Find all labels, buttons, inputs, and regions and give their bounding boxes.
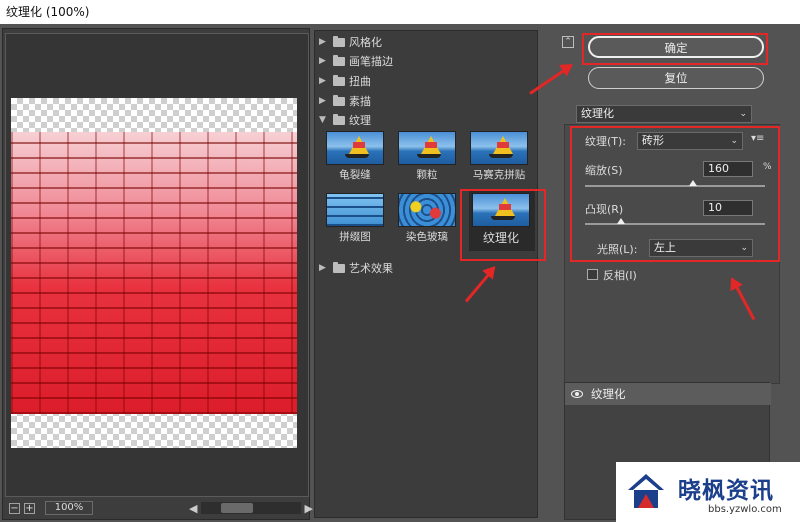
- collapse-panel-icon[interactable]: ⌃: [562, 36, 574, 48]
- chevron-down-icon: ⌄: [739, 109, 747, 119]
- settings-panel: ⌃ 确定 复位 纹理化 ⌄ 纹理(T): 砖形 ⌄ ▾≡ 缩放(S) 160 %…: [540, 30, 800, 520]
- category-label: 画笔描边: [349, 55, 393, 68]
- filter-mosaic-tiles[interactable]: 马赛克拼贴: [465, 131, 533, 182]
- scroll-right-icon[interactable]: ▶: [305, 502, 313, 515]
- watermark-title: 晓枫资讯: [678, 478, 774, 504]
- filter-label: 染色玻璃: [406, 231, 448, 243]
- category-label: 艺术效果: [349, 262, 393, 275]
- folder-icon: [333, 94, 345, 106]
- reset-button[interactable]: 复位: [588, 67, 764, 89]
- filter-thumbnail: [398, 193, 456, 227]
- filter-craquelure[interactable]: 龟裂缝: [321, 131, 389, 182]
- expand-arrow-icon: ▶: [319, 37, 326, 47]
- house-logo-icon: [628, 474, 664, 508]
- preview-pane: − + 100% ◀ ▶: [2, 28, 313, 520]
- expand-arrow-icon: ▶: [319, 96, 326, 106]
- expand-arrow-icon: ▶: [319, 76, 326, 86]
- folder-icon: [333, 35, 345, 47]
- category-texture[interactable]: ▼ 纹理: [319, 111, 371, 129]
- layer-label: 纹理化: [591, 387, 626, 401]
- preview-frame: [5, 33, 309, 497]
- highlight-params: [570, 126, 780, 262]
- filter-stained-glass[interactable]: 染色玻璃: [393, 193, 461, 244]
- category-stylize[interactable]: ▶ 风格化: [319, 33, 382, 51]
- zoom-select[interactable]: 100%: [45, 501, 93, 515]
- preview-canvas[interactable]: [11, 98, 297, 448]
- filter-label: 拼缀图: [339, 231, 371, 243]
- filter-label: 马赛克拼贴: [472, 169, 526, 181]
- invert-label: 反相(I): [603, 269, 637, 282]
- collapse-arrow-icon: ▼: [319, 115, 326, 125]
- folder-icon: [333, 261, 345, 273]
- category-label: 风格化: [349, 36, 382, 49]
- scroll-left-icon[interactable]: ◀: [189, 502, 197, 515]
- horizontal-scrollbar[interactable]: ◀ ▶: [189, 502, 313, 515]
- expand-arrow-icon: ▶: [319, 263, 326, 273]
- zoom-in-button[interactable]: +: [24, 502, 35, 514]
- category-brush-strokes[interactable]: ▶ 画笔描边: [319, 52, 393, 70]
- category-distort[interactable]: ▶ 扭曲: [319, 72, 371, 90]
- filter-gallery: ▶ 风格化 ▶ 画笔描边 ▶ 扭曲 ▶ 素描 ▼ 纹理 龟裂缝 颗粒 马赛克拼贴…: [314, 30, 538, 518]
- window-title: 纹理化 (100%): [0, 0, 800, 24]
- filter-select-value: 纹理化: [581, 107, 614, 120]
- filter-label: 颗粒: [416, 169, 438, 181]
- zoom-bar: − + 100% ◀ ▶: [5, 499, 313, 517]
- folder-open-icon: [333, 113, 345, 125]
- category-label: 扭曲: [349, 75, 371, 88]
- filter-patchwork[interactable]: 拼缀图: [321, 193, 389, 244]
- filter-select[interactable]: 纹理化 ⌄: [576, 105, 752, 123]
- watermark: 晓枫资讯 bbs.yzwlo.com: [616, 462, 800, 522]
- invert-checkbox[interactable]: [587, 269, 598, 280]
- category-artistic[interactable]: ▶ 艺术效果: [319, 259, 393, 277]
- brick-texture-image: [11, 132, 297, 414]
- category-sketch[interactable]: ▶ 素描: [319, 92, 371, 110]
- filter-thumbnail: [398, 131, 456, 165]
- zoom-out-button[interactable]: −: [9, 502, 20, 514]
- layer-row[interactable]: 纹理化: [565, 383, 771, 405]
- watermark-url: bbs.yzwlo.com: [708, 504, 782, 515]
- highlight-ok-button: [582, 33, 768, 65]
- category-label: 纹理: [349, 114, 371, 127]
- folder-icon: [333, 54, 345, 66]
- expand-arrow-icon: ▶: [319, 56, 326, 66]
- folder-icon: [333, 74, 345, 86]
- filter-thumbnail: [326, 131, 384, 165]
- filter-thumbnail: [470, 131, 528, 165]
- filter-thumbnail: [326, 193, 384, 227]
- filter-label: 龟裂缝: [339, 169, 371, 181]
- scroll-thumb[interactable]: [221, 503, 253, 513]
- highlight-texturizer-filter: [460, 189, 546, 261]
- category-label: 素描: [349, 95, 371, 108]
- filter-grain[interactable]: 颗粒: [393, 131, 461, 182]
- eye-icon[interactable]: [571, 390, 583, 398]
